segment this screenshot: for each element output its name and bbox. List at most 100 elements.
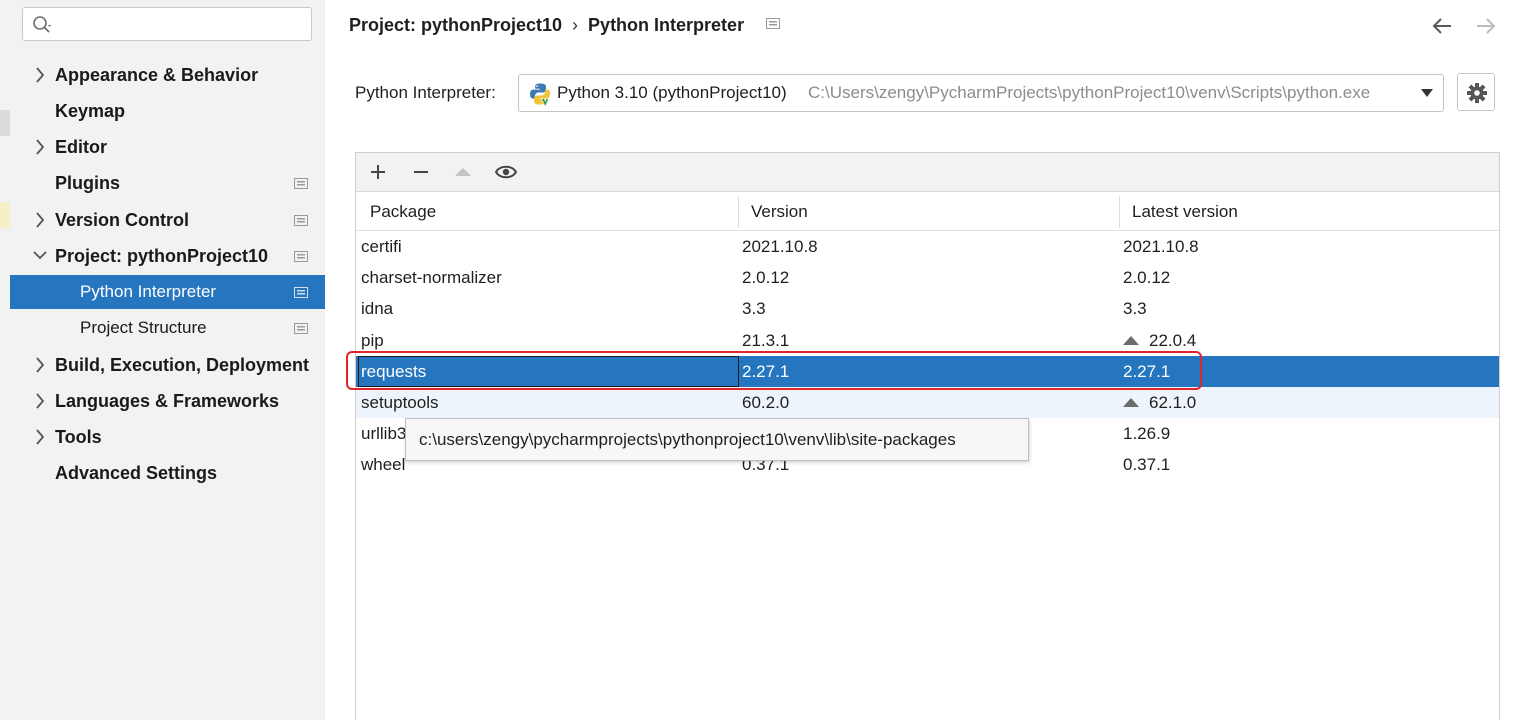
latest-version-text: 62.1.0	[1149, 393, 1197, 412]
chevron-down-icon[interactable]	[1421, 89, 1433, 97]
interpreter-label: Python Interpreter:	[355, 83, 496, 102]
breadcrumb-project[interactable]: Project: pythonProject10	[349, 15, 562, 35]
back-arrow-icon[interactable]	[1430, 14, 1454, 38]
path-tooltip: c:\users\zengy\pycharmprojects\pythonpro…	[405, 418, 1029, 461]
sidebar-item-tools[interactable]: Tools	[10, 420, 325, 454]
column-header-latest-version[interactable]: Latest version	[1132, 192, 1238, 230]
sidebar-item-label: Project: pythonProject10	[55, 246, 269, 266]
sidebar-item-label: Appearance & Behavior	[55, 65, 259, 85]
packages-toolbar	[356, 153, 1499, 192]
chevron-down-icon[interactable]	[32, 239, 48, 273]
breadcrumb-separator: ›	[572, 15, 579, 35]
table-row[interactable]: setuptools 60.2.0 62.1.0	[356, 387, 1499, 418]
sidebar-item-label: Project Structure	[80, 318, 207, 337]
sidebar-item-label: Version Control	[55, 210, 190, 230]
latest-version-text: 2.0.12	[1123, 268, 1171, 288]
chevron-right-icon[interactable]	[32, 203, 48, 237]
settings-search-field[interactable]	[22, 7, 312, 41]
sidebar-item-label: Advanced Settings	[55, 463, 218, 483]
sidebar-item-version-control[interactable]: Version Control	[10, 203, 325, 237]
cell-package: idna	[361, 299, 394, 319]
cell-package: urllib3	[361, 424, 407, 444]
project-level-icon	[294, 178, 308, 189]
project-level-icon	[294, 251, 308, 262]
search-icon	[33, 16, 51, 33]
background-selection	[0, 110, 10, 136]
sidebar-item-appearance-behavior[interactable]: Appearance & Behavior	[10, 58, 325, 92]
sidebar-item-project-pythonproject10[interactable]: Project: pythonProject10	[10, 239, 325, 273]
cell-latest-version: 2.27.1	[1123, 356, 1170, 387]
column-divider[interactable]	[738, 196, 739, 228]
gear-icon	[1467, 83, 1487, 103]
interpreter-name: Python 3.10 (pythonProject10)	[557, 83, 787, 102]
cell-version: 2021.10.8	[742, 237, 818, 256]
chevron-right-icon[interactable]	[32, 420, 48, 454]
table-row[interactable]: certifi 2021.10.8 2021.10.8	[356, 231, 1499, 262]
interpreter-path: C:\Users\zengy\PycharmProjects\pythonPro…	[808, 83, 1371, 102]
sidebar-item-label: Build, Execution, Deployment	[55, 355, 310, 375]
eye-icon[interactable]	[495, 161, 517, 183]
cell-package: requests	[361, 361, 427, 381]
project-level-icon	[766, 18, 780, 29]
chevron-right-icon[interactable]	[32, 348, 48, 382]
cell-latest-version: 22.0.4	[1123, 325, 1196, 356]
table-row[interactable]: idna 3.3 3.3	[356, 293, 1499, 324]
background-highlight	[0, 202, 10, 228]
sidebar-item-label: Editor	[55, 137, 107, 157]
latest-version-text: 3.3	[1123, 299, 1147, 319]
table-row[interactable]: pip 21.3.1 22.0.4	[356, 325, 1499, 356]
sidebar-item-python-interpreter[interactable]: Python Interpreter	[10, 275, 325, 309]
cell-latest-version: 2021.10.8	[1123, 231, 1199, 262]
sidebar-item-label: Keymap	[55, 101, 126, 121]
sidebar-item-keymap[interactable]: Keymap	[10, 94, 325, 128]
interpreter-select[interactable]: Python 3.10 (pythonProject10) C:\Users\z…	[518, 74, 1444, 112]
latest-version-text: 1.26.9	[1123, 424, 1171, 444]
cell-package: certifi	[361, 237, 402, 256]
column-header-version[interactable]: Version	[751, 192, 808, 230]
table-row[interactable]: requests 2.27.1 2.27.1	[356, 355, 1499, 387]
latest-version-text: 22.0.4	[1149, 330, 1197, 350]
forward-arrow-icon[interactable]	[1474, 14, 1498, 38]
latest-version-text: 2021.10.8	[1123, 237, 1199, 256]
chevron-right-icon[interactable]	[32, 130, 48, 164]
sidebar-item-label: Languages & Frameworks	[55, 391, 280, 411]
cell-version: 21.3.1	[742, 330, 790, 350]
upgrade-icon[interactable]	[452, 161, 474, 183]
breadcrumb: Project: pythonProject10 › Python Interpre…	[349, 12, 744, 38]
sidebar-item-label: Plugins	[55, 173, 121, 193]
column-header-package[interactable]: Package	[370, 192, 436, 230]
cell-latest-version: 1.26.9	[1123, 418, 1170, 449]
sidebar-item-languages-frameworks[interactable]: Languages & Frameworks	[10, 384, 325, 418]
sidebar-item-label: Python Interpreter	[80, 282, 217, 301]
chevron-right-icon[interactable]	[32, 58, 48, 92]
remove-icon[interactable]	[410, 161, 432, 183]
upgrade-available-icon	[1123, 335, 1139, 345]
sidebar-item-editor[interactable]: Editor	[10, 130, 325, 164]
sidebar-item-label: Tools	[55, 427, 102, 447]
sidebar-item-plugins[interactable]: Plugins	[10, 166, 325, 200]
settings-sidebar: Appearance & Behavior Keymap Editor Plugins…	[10, 0, 325, 720]
project-level-icon	[294, 323, 308, 334]
cell-latest-version: 2.0.12	[1123, 262, 1170, 293]
latest-version-text: 0.37.1	[1123, 455, 1171, 475]
chevron-right-icon[interactable]	[32, 384, 48, 418]
project-level-icon	[294, 287, 308, 298]
interpreter-settings-button[interactable]	[1457, 73, 1495, 111]
cell-latest-version: 0.37.1	[1123, 449, 1170, 480]
python-logo-icon	[530, 83, 550, 106]
packages-table-header: Package Version Latest version	[356, 192, 1499, 231]
sidebar-item-build-execution-deployment[interactable]: Build, Execution, Deployment	[10, 348, 325, 382]
sidebar-item-advanced-settings[interactable]: Advanced Settings	[10, 456, 325, 490]
cell-package: setuptools	[361, 393, 439, 412]
cell-package: pip	[361, 330, 384, 350]
cell-latest-version: 3.3	[1123, 293, 1147, 324]
column-divider[interactable]	[1119, 196, 1120, 228]
cell-latest-version: 62.1.0	[1123, 387, 1196, 418]
cell-version: 60.2.0	[742, 393, 790, 412]
cell-version: 2.27.1	[742, 361, 790, 381]
sidebar-item-project-structure[interactable]: Project Structure	[10, 311, 325, 345]
add-icon[interactable]	[367, 161, 389, 183]
cell-package: wheel	[361, 455, 406, 475]
table-row[interactable]: charset-normalizer 2.0.12 2.0.12	[356, 262, 1499, 293]
breadcrumb-current: Python Interpreter	[588, 15, 745, 35]
